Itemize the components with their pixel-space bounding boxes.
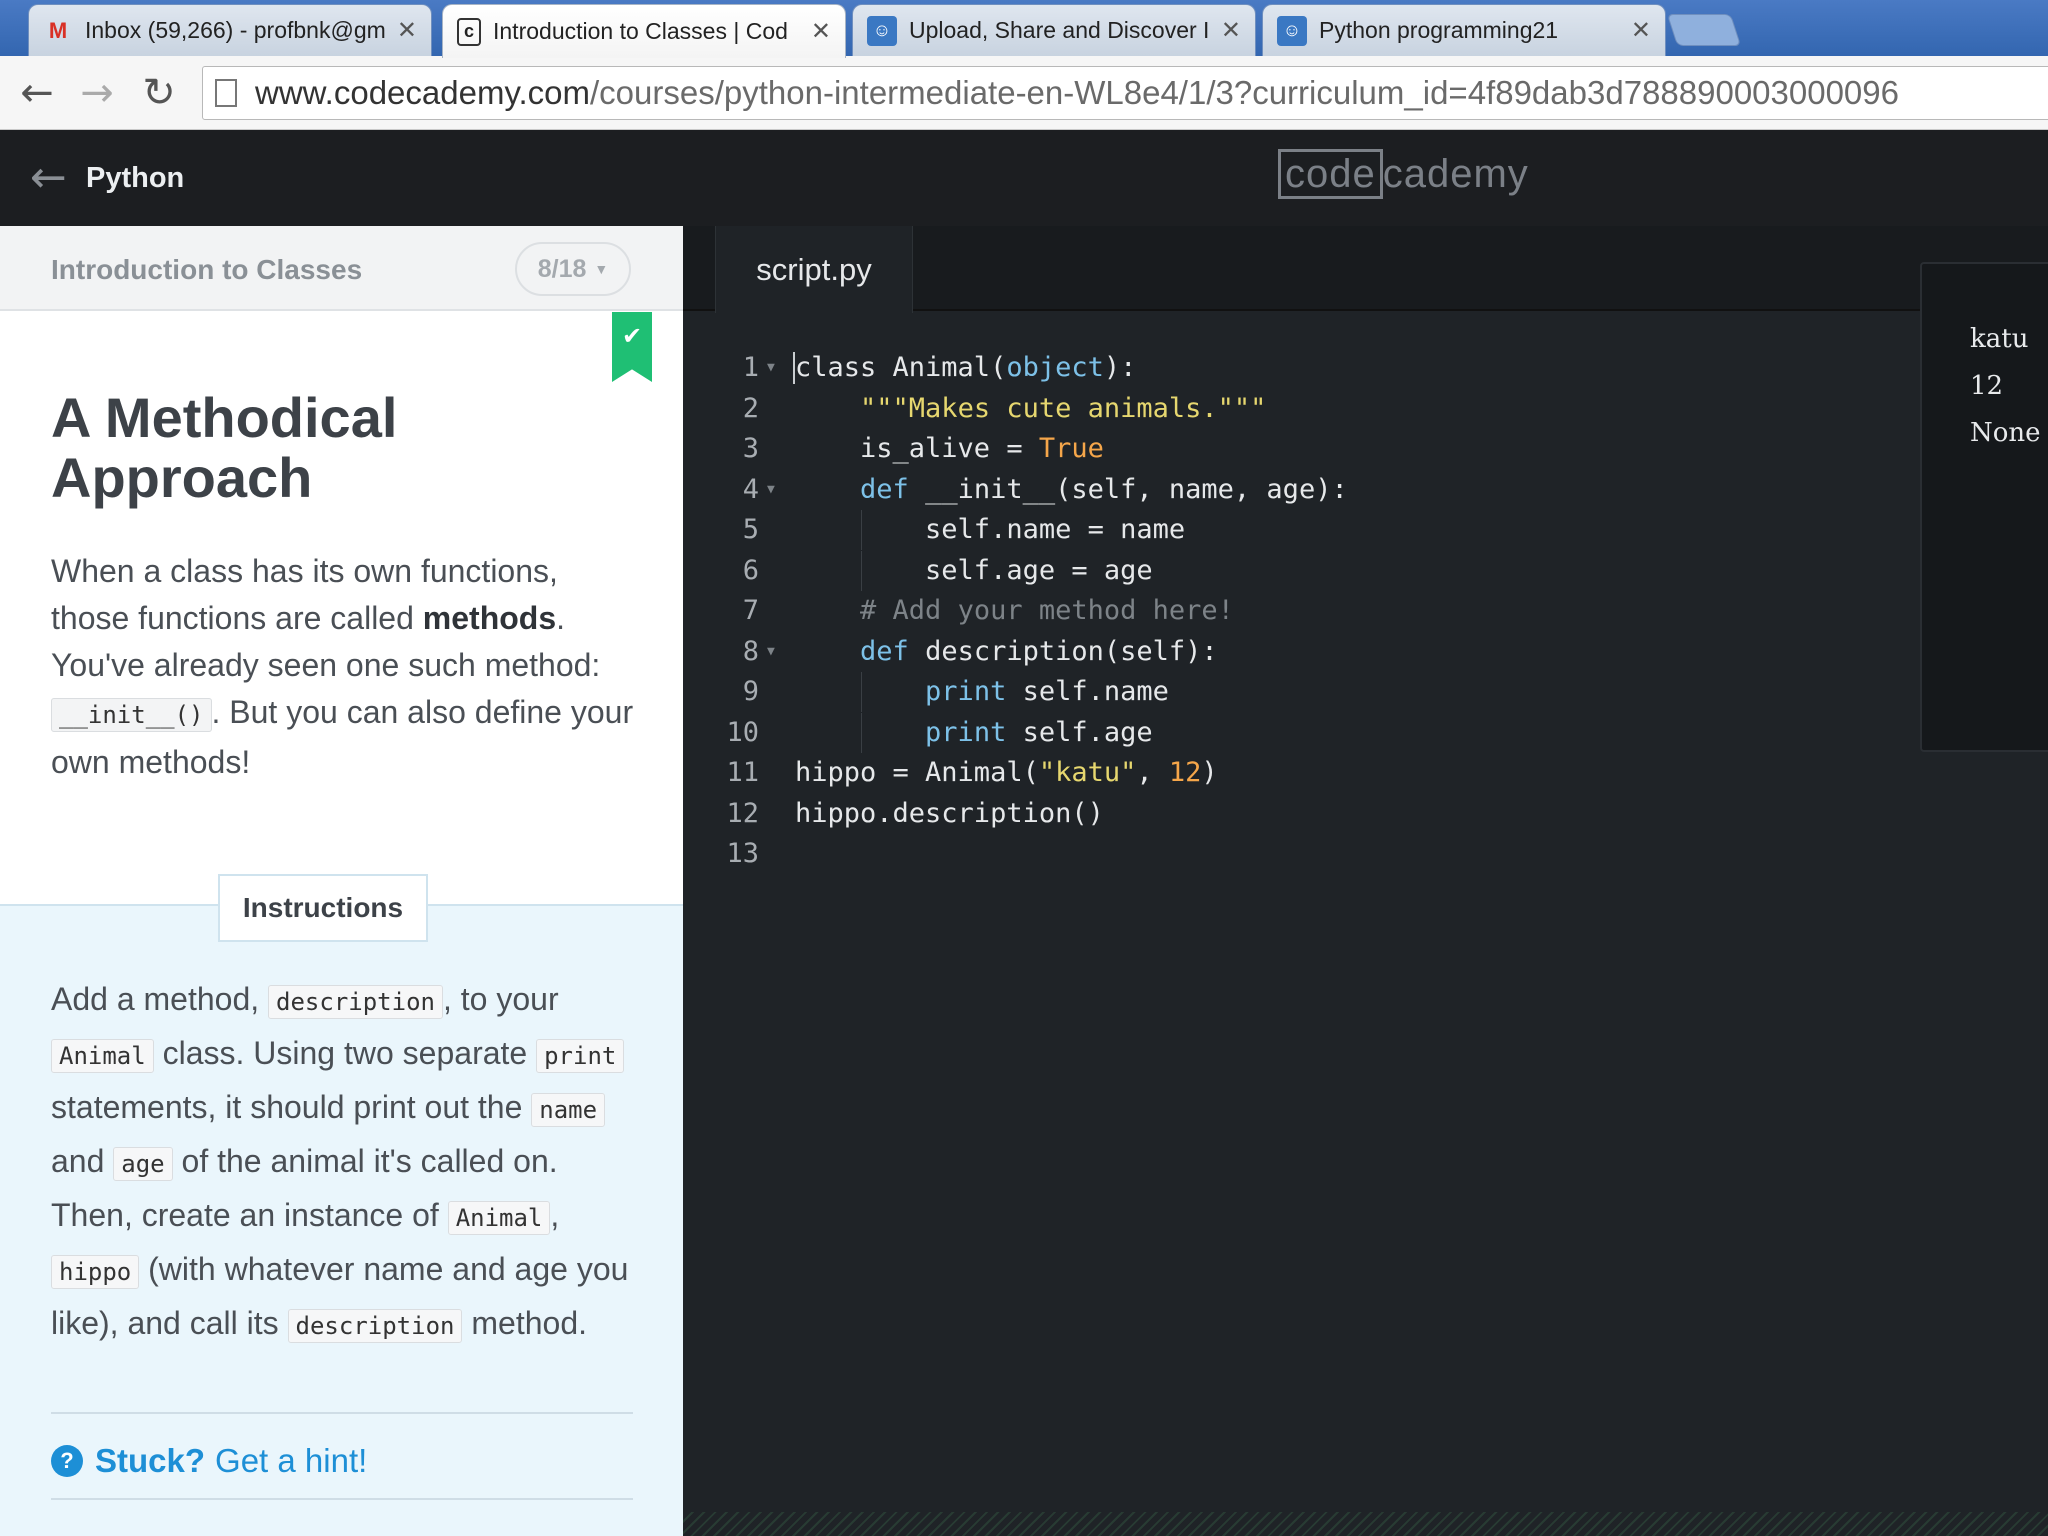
- codecademy-icon: c: [457, 17, 481, 46]
- output-line: None: [1970, 418, 2041, 448]
- hint-link-text[interactable]: Get a hint!: [215, 1442, 367, 1480]
- question-icon: ?: [51, 1445, 83, 1477]
- divider: [51, 1412, 633, 1414]
- slideshare-icon: ☺: [867, 15, 897, 46]
- app-header: ← Python code cademy: [0, 130, 2048, 226]
- forward-arrow-icon[interactable]: →: [74, 70, 120, 116]
- fold-arrow-icon[interactable]: ▼: [767, 470, 775, 511]
- output-line: 12: [1970, 371, 2004, 401]
- close-icon[interactable]: ✕: [1221, 16, 1241, 45]
- lesson-description: When a class has its own functions, thos…: [51, 553, 634, 780]
- back-arrow-icon[interactable]: ←: [14, 70, 60, 116]
- url-path: /courses/python-intermediate-en-WL8e4/1/…: [590, 74, 1899, 111]
- course-name[interactable]: Python: [86, 162, 184, 195]
- close-icon[interactable]: ✕: [397, 16, 417, 45]
- editor-tab-bar: script.py: [683, 226, 2048, 313]
- tab-introduction-to-classes[interactable]: c Introduction to Classes | Cod ✕: [442, 4, 846, 58]
- close-icon[interactable]: ✕: [811, 17, 831, 46]
- progress-dropdown[interactable]: 8/18 ▼: [515, 242, 631, 296]
- divider: [51, 1498, 633, 1500]
- page-icon: [215, 79, 237, 107]
- browser-tab-strip: M Inbox (59,266) - profbnk@gm ✕ c Introd…: [0, 0, 2048, 58]
- slideshare-icon: ☺: [1277, 15, 1307, 46]
- back-arrow-icon[interactable]: ←: [30, 152, 67, 203]
- tab-title: Introduction to Classes | Cod: [493, 18, 788, 44]
- tab-python-programming21[interactable]: ☺ Python programming21 ✕: [1262, 4, 1666, 56]
- exercise-title: A Methodical Approach: [51, 386, 398, 509]
- code-editor[interactable]: script.py 1 ▼ class Animal(object): 2 """M…: [683, 226, 2048, 1536]
- tab-title: Upload, Share and Discover I: [909, 17, 1210, 43]
- chevron-down-icon: ▼: [594, 261, 609, 277]
- output-line: katu: [1970, 324, 2029, 354]
- tab-title: Inbox (59,266) - profbnk@gm: [85, 17, 386, 43]
- fold-arrow-icon[interactable]: ▼: [767, 632, 775, 673]
- hint-link[interactable]: ? Stuck? Get a hint!: [51, 1442, 367, 1480]
- progress-count: 8/18: [537, 254, 587, 283]
- completed-check-icon: ✔: [612, 312, 652, 382]
- address-bar[interactable]: www.codecademy.com/courses/python-interm…: [202, 66, 2048, 120]
- new-tab-button[interactable]: [1666, 14, 1742, 46]
- codecademy-logo[interactable]: code cademy: [1278, 149, 1529, 199]
- output-console: katu 12 None: [1920, 262, 2048, 752]
- reload-icon[interactable]: ↻: [136, 70, 182, 116]
- tab-gmail-inbox[interactable]: M Inbox (59,266) - profbnk@gm ✕: [28, 4, 432, 56]
- inline-code: __init__(): [51, 698, 212, 732]
- tab-slideshare-upload[interactable]: ☺ Upload, Share and Discover I ✕: [852, 4, 1256, 56]
- browser-toolbar: ← → ↻ www.codecademy.com/courses/python-…: [0, 56, 2048, 130]
- editor-footer-pattern: [683, 1512, 2048, 1536]
- gmail-icon: M: [48, 17, 68, 43]
- url-domain: www.codecademy.com: [255, 74, 591, 111]
- lesson-panel: Introduction to Classes 8/18 ▼ ✔ A Metho…: [0, 226, 683, 1536]
- lesson-bar: Introduction to Classes 8/18 ▼: [0, 226, 683, 311]
- close-icon[interactable]: ✕: [1631, 16, 1651, 45]
- file-tab-script[interactable]: script.py: [715, 226, 913, 313]
- unit-title: Introduction to Classes: [51, 254, 363, 285]
- hint-stuck-label: Stuck?: [95, 1442, 206, 1479]
- instructions-label: Instructions: [218, 874, 428, 942]
- instructions-text: Add a method, description, to your Anima…: [51, 981, 629, 1343]
- fold-arrow-icon[interactable]: ▼: [767, 348, 775, 389]
- tab-title: Python programming21: [1319, 17, 1559, 43]
